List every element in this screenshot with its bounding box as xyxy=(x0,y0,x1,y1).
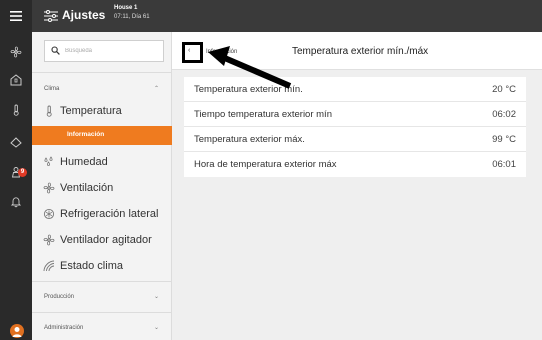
table-row[interactable]: Tiempo temperatura exterior mín 06:02 xyxy=(184,102,526,127)
notification-badge: 9 xyxy=(18,168,27,177)
top-bar: Ajustes House 1 07:11, Día 61 xyxy=(0,0,542,32)
menu-button[interactable] xyxy=(0,0,32,32)
bell-icon[interactable] xyxy=(10,196,22,208)
sidebar-subitem-informacion[interactable]: Información xyxy=(32,126,172,145)
row-label: Temperatura exterior máx. xyxy=(194,134,305,145)
search-input[interactable] xyxy=(65,43,161,59)
sidebar-item-label: Ventilación xyxy=(60,182,114,194)
sidebar-item-ventilador-agitador[interactable]: Ventilador agitador xyxy=(32,228,172,253)
row-label: Temperatura exterior mín. xyxy=(194,84,303,95)
content-header: ‹ Información Temperatura exterior mín./… xyxy=(172,32,542,70)
left-rail: 9 xyxy=(0,32,32,340)
sidebar-item-humedad[interactable]: Humedad xyxy=(32,150,172,175)
page-title: Ajustes xyxy=(62,8,106,22)
section-clima[interactable]: Clima xyxy=(44,86,59,92)
row-value: 06:01 xyxy=(492,159,516,170)
feed-icon[interactable] xyxy=(10,136,22,148)
chevron-up-icon[interactable]: ⌃ xyxy=(154,85,159,92)
hamburger-icon xyxy=(10,11,22,21)
table-row[interactable]: Temperatura exterior máx. 99 °C xyxy=(184,127,526,152)
time-day: 07:11, Día 61 xyxy=(114,14,150,20)
divider xyxy=(32,312,172,313)
chevron-left-icon: ‹ xyxy=(188,47,191,54)
cooling-icon xyxy=(43,208,55,220)
sidebar-item-estado-clima[interactable]: Estado clima xyxy=(32,254,172,279)
row-value: 99 °C xyxy=(492,134,516,145)
fan-icon[interactable] xyxy=(10,46,22,58)
row-label: Tiempo temperatura exterior mín xyxy=(194,109,332,120)
chevron-down-icon[interactable]: ⌄ xyxy=(154,293,159,300)
app: Ajustes House 1 07:11, Día 61 9 Búsqueda… xyxy=(0,0,542,340)
row-value: 20 °C xyxy=(492,84,516,95)
sidebar-item-refrigeracion-lateral[interactable]: Refrigeración lateral xyxy=(32,202,172,227)
back-label[interactable]: Información xyxy=(206,49,237,55)
fan-icon xyxy=(43,234,55,246)
sidebar-subitem-label: Información xyxy=(67,131,105,138)
sidebar-item-label: Estado clima xyxy=(60,260,123,272)
section-administracion[interactable]: Administración xyxy=(44,325,83,331)
fan-icon xyxy=(43,182,55,194)
house-name: House 1 xyxy=(114,5,138,11)
thermometer-icon xyxy=(46,105,52,117)
sidebar-item-temperatura[interactable]: Temperatura xyxy=(32,99,172,124)
content-title: Temperatura exterior mín./máx xyxy=(292,46,429,57)
values-card: Temperatura exterior mín. 20 °C Tiempo t… xyxy=(184,77,526,177)
back-button[interactable]: ‹ xyxy=(182,42,203,63)
row-label: Hora de temperatura exterior máx xyxy=(194,159,337,170)
thermometer-icon[interactable] xyxy=(10,104,22,116)
climate-status-icon xyxy=(43,260,55,272)
main-content: ‹ Información Temperatura exterior mín./… xyxy=(172,32,542,340)
sidebar-item-label: Temperatura xyxy=(60,105,122,117)
sidebar-item-label: Refrigeración lateral xyxy=(60,208,159,220)
house-icon[interactable] xyxy=(10,74,22,86)
sidebar-item-ventilacion[interactable]: Ventilación xyxy=(32,176,172,201)
row-value: 06:02 xyxy=(492,109,516,120)
divider xyxy=(32,72,172,73)
divider xyxy=(32,281,172,282)
section-produccion[interactable]: Producción xyxy=(44,294,74,300)
search-box[interactable] xyxy=(44,40,164,62)
search-icon xyxy=(51,46,60,55)
table-row[interactable]: Hora de temperatura exterior máx 06:01 xyxy=(184,152,526,177)
sidebar-item-label: Ventilador agitador xyxy=(60,234,152,246)
settings-sidebar: Clima ⌃ Temperatura Información Humedad xyxy=(32,32,172,340)
user-avatar-icon xyxy=(12,327,22,337)
sliders-icon xyxy=(44,10,58,22)
table-row[interactable]: Temperatura exterior mín. 20 °C xyxy=(184,77,526,102)
humidity-icon xyxy=(44,156,53,166)
avatar[interactable] xyxy=(10,324,24,338)
chevron-down-icon[interactable]: ⌄ xyxy=(154,324,159,331)
sidebar-item-label: Humedad xyxy=(60,156,108,168)
